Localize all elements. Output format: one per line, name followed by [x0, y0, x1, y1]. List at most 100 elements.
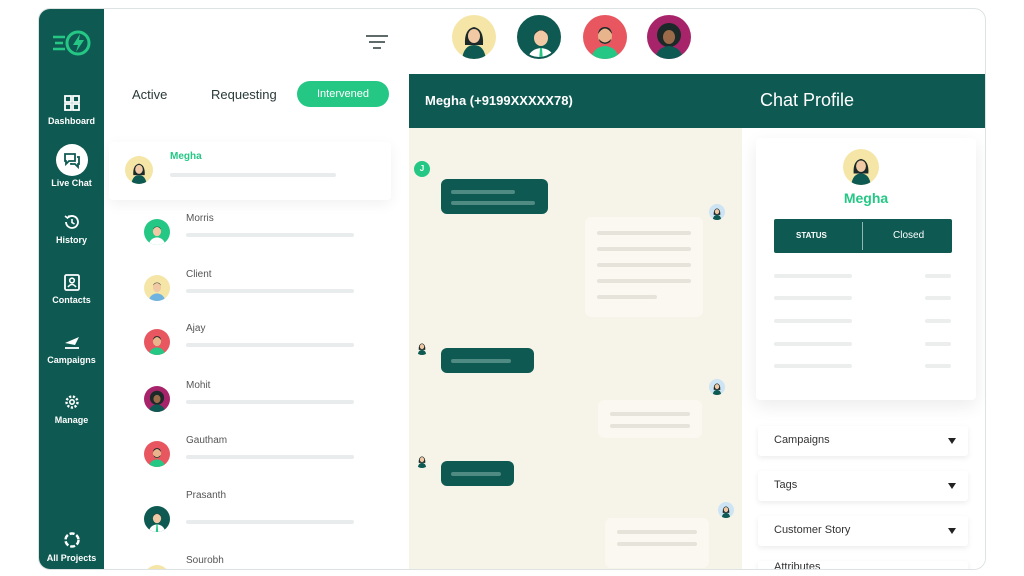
contacts-icon: [63, 274, 80, 291]
nav-all-projects-label: All Projects: [46, 553, 97, 563]
woman-avatar-icon: [462, 27, 486, 59]
agent-avatar-4[interactable]: [647, 15, 691, 59]
nav-history[interactable]: History: [39, 212, 104, 245]
nav-live-chat-label: Live Chat: [51, 178, 92, 188]
agent-avatar-3[interactable]: [583, 15, 627, 59]
agent-avatar-1[interactable]: [452, 15, 496, 59]
chat-icon: [63, 153, 80, 170]
chat-profile-panel: Megha STATUS Closed Campaigns Tags Custo…: [742, 128, 985, 570]
conversation-name: Megha: [170, 151, 202, 162]
profile-detail-placeholder: [925, 342, 951, 346]
conversation-item[interactable]: Morris: [144, 213, 364, 253]
contact-mini-avatar: [718, 502, 734, 518]
agent-initial-badge: J: [414, 161, 430, 177]
status-box: STATUS Closed: [774, 219, 952, 253]
conversation-name: Client: [186, 269, 212, 280]
nav-campaigns-label: Campaigns: [47, 355, 96, 365]
tags-dropdown-label: Tags: [774, 479, 798, 491]
conversation-name: Prasanth: [186, 490, 227, 501]
nav-contacts-label: Contacts: [52, 295, 91, 305]
profile-detail-placeholder: [925, 296, 951, 300]
conversation-name: Sourobh: [186, 555, 224, 566]
conversation-item[interactable]: Sourobh: [144, 555, 364, 569]
chat-contact-title: Megha (+9199XXXXX78): [425, 93, 573, 108]
profile-detail-placeholder: [774, 364, 852, 368]
nav-live-chat-highlight: [55, 144, 88, 176]
conversation-item[interactable]: Mohit: [144, 380, 364, 420]
profile-detail-placeholder: [925, 274, 951, 278]
profile-name: Megha: [843, 190, 889, 206]
status-divider: [862, 222, 863, 250]
campaigns-dropdown[interactable]: Campaigns: [758, 426, 968, 456]
app-window: Dashboard Live Chat History Contacts Cam…: [38, 8, 986, 570]
projects-icon: [63, 532, 80, 548]
profile-avatar: [843, 149, 879, 185]
message-preview-placeholder: [186, 233, 354, 237]
message-preview-placeholder: [186, 520, 354, 524]
woman-avatar-icon: [131, 163, 147, 184]
chat-messages-area: [409, 128, 742, 569]
message-preview-placeholder: [186, 455, 354, 459]
filter-menu-icon[interactable]: [365, 34, 389, 50]
chevron-down-icon: [948, 483, 956, 489]
message-preview-placeholder: [186, 400, 354, 404]
conversation-avatar: [125, 156, 153, 184]
chat-profile-title: Chat Profile: [760, 90, 855, 110]
conversation-item[interactable]: Ajay: [144, 323, 364, 363]
conversation-avatar: [144, 329, 170, 355]
profile-card: Megha STATUS Closed: [756, 138, 976, 400]
nav-manage[interactable]: Manage: [39, 392, 104, 425]
conversation-name: Mohit: [186, 380, 211, 391]
message-bubble-incoming: [585, 217, 703, 317]
nav-contacts[interactable]: Contacts: [39, 272, 104, 305]
status-label: STATUS: [796, 231, 827, 240]
profile-detail-placeholder: [925, 319, 951, 323]
man-avatar-icon: [528, 30, 554, 57]
message-bubble-outgoing: [441, 461, 514, 486]
profile-detail-placeholder: [774, 342, 852, 346]
contact-mini-avatar: [709, 379, 725, 395]
agent-avatar-2[interactable]: [517, 15, 561, 59]
conversation-item[interactable]: Client: [144, 269, 364, 309]
tab-active[interactable]: Active: [132, 87, 167, 102]
profile-detail-placeholder: [774, 274, 852, 278]
attributes-dropdown[interactable]: Attributes: [758, 561, 968, 570]
tags-dropdown[interactable]: Tags: [758, 471, 968, 501]
contact-mini-avatar: [709, 204, 725, 220]
profile-detail-placeholder: [774, 319, 852, 323]
tab-intervened[interactable]: Intervened: [297, 81, 389, 107]
conversation-avatar: [144, 506, 170, 532]
attributes-dropdown-label: Attributes: [774, 561, 821, 570]
message-preview-placeholder: [170, 173, 336, 177]
woman-avatar-icon: [851, 158, 871, 185]
tab-requesting[interactable]: Requesting: [211, 87, 277, 102]
message-bubble-incoming: [598, 400, 702, 438]
sidebar: Dashboard Live Chat History Contacts Cam…: [39, 9, 104, 569]
chevron-down-icon: [948, 438, 956, 444]
conversation-item[interactable]: Prasanth: [144, 490, 364, 532]
profile-detail-placeholder: [774, 296, 852, 300]
conversation-item[interactable]: Gautham: [144, 435, 364, 475]
man-avatar-icon: [591, 27, 619, 59]
message-preview-placeholder: [186, 343, 354, 347]
conversation-item-selected[interactable]: Megha: [109, 142, 391, 200]
nav-campaigns[interactable]: Campaigns: [39, 332, 104, 365]
conversation-avatar: [144, 386, 170, 412]
conversation-avatar: [144, 219, 170, 245]
campaigns-icon: [64, 337, 79, 349]
message-bubble-incoming: [605, 518, 709, 568]
conversation-tabs: Active Requesting Intervened: [119, 81, 409, 111]
nav-manage-label: Manage: [54, 415, 89, 425]
conversation-avatar: [144, 565, 170, 569]
nav-dashboard[interactable]: Dashboard: [39, 93, 104, 126]
conversation-name: Morris: [186, 213, 214, 224]
status-value: Closed: [893, 230, 925, 241]
woman-avatar-icon: [655, 23, 683, 59]
nav-history-label: History: [55, 235, 87, 245]
campaigns-dropdown-label: Campaigns: [774, 434, 830, 446]
customer-story-dropdown-label: Customer Story: [774, 524, 851, 536]
agent-mini-avatar: [414, 452, 430, 468]
nav-all-projects[interactable]: All Projects: [39, 530, 104, 563]
customer-story-dropdown[interactable]: Customer Story: [758, 516, 968, 546]
nav-live-chat[interactable]: Live Chat: [39, 144, 104, 188]
